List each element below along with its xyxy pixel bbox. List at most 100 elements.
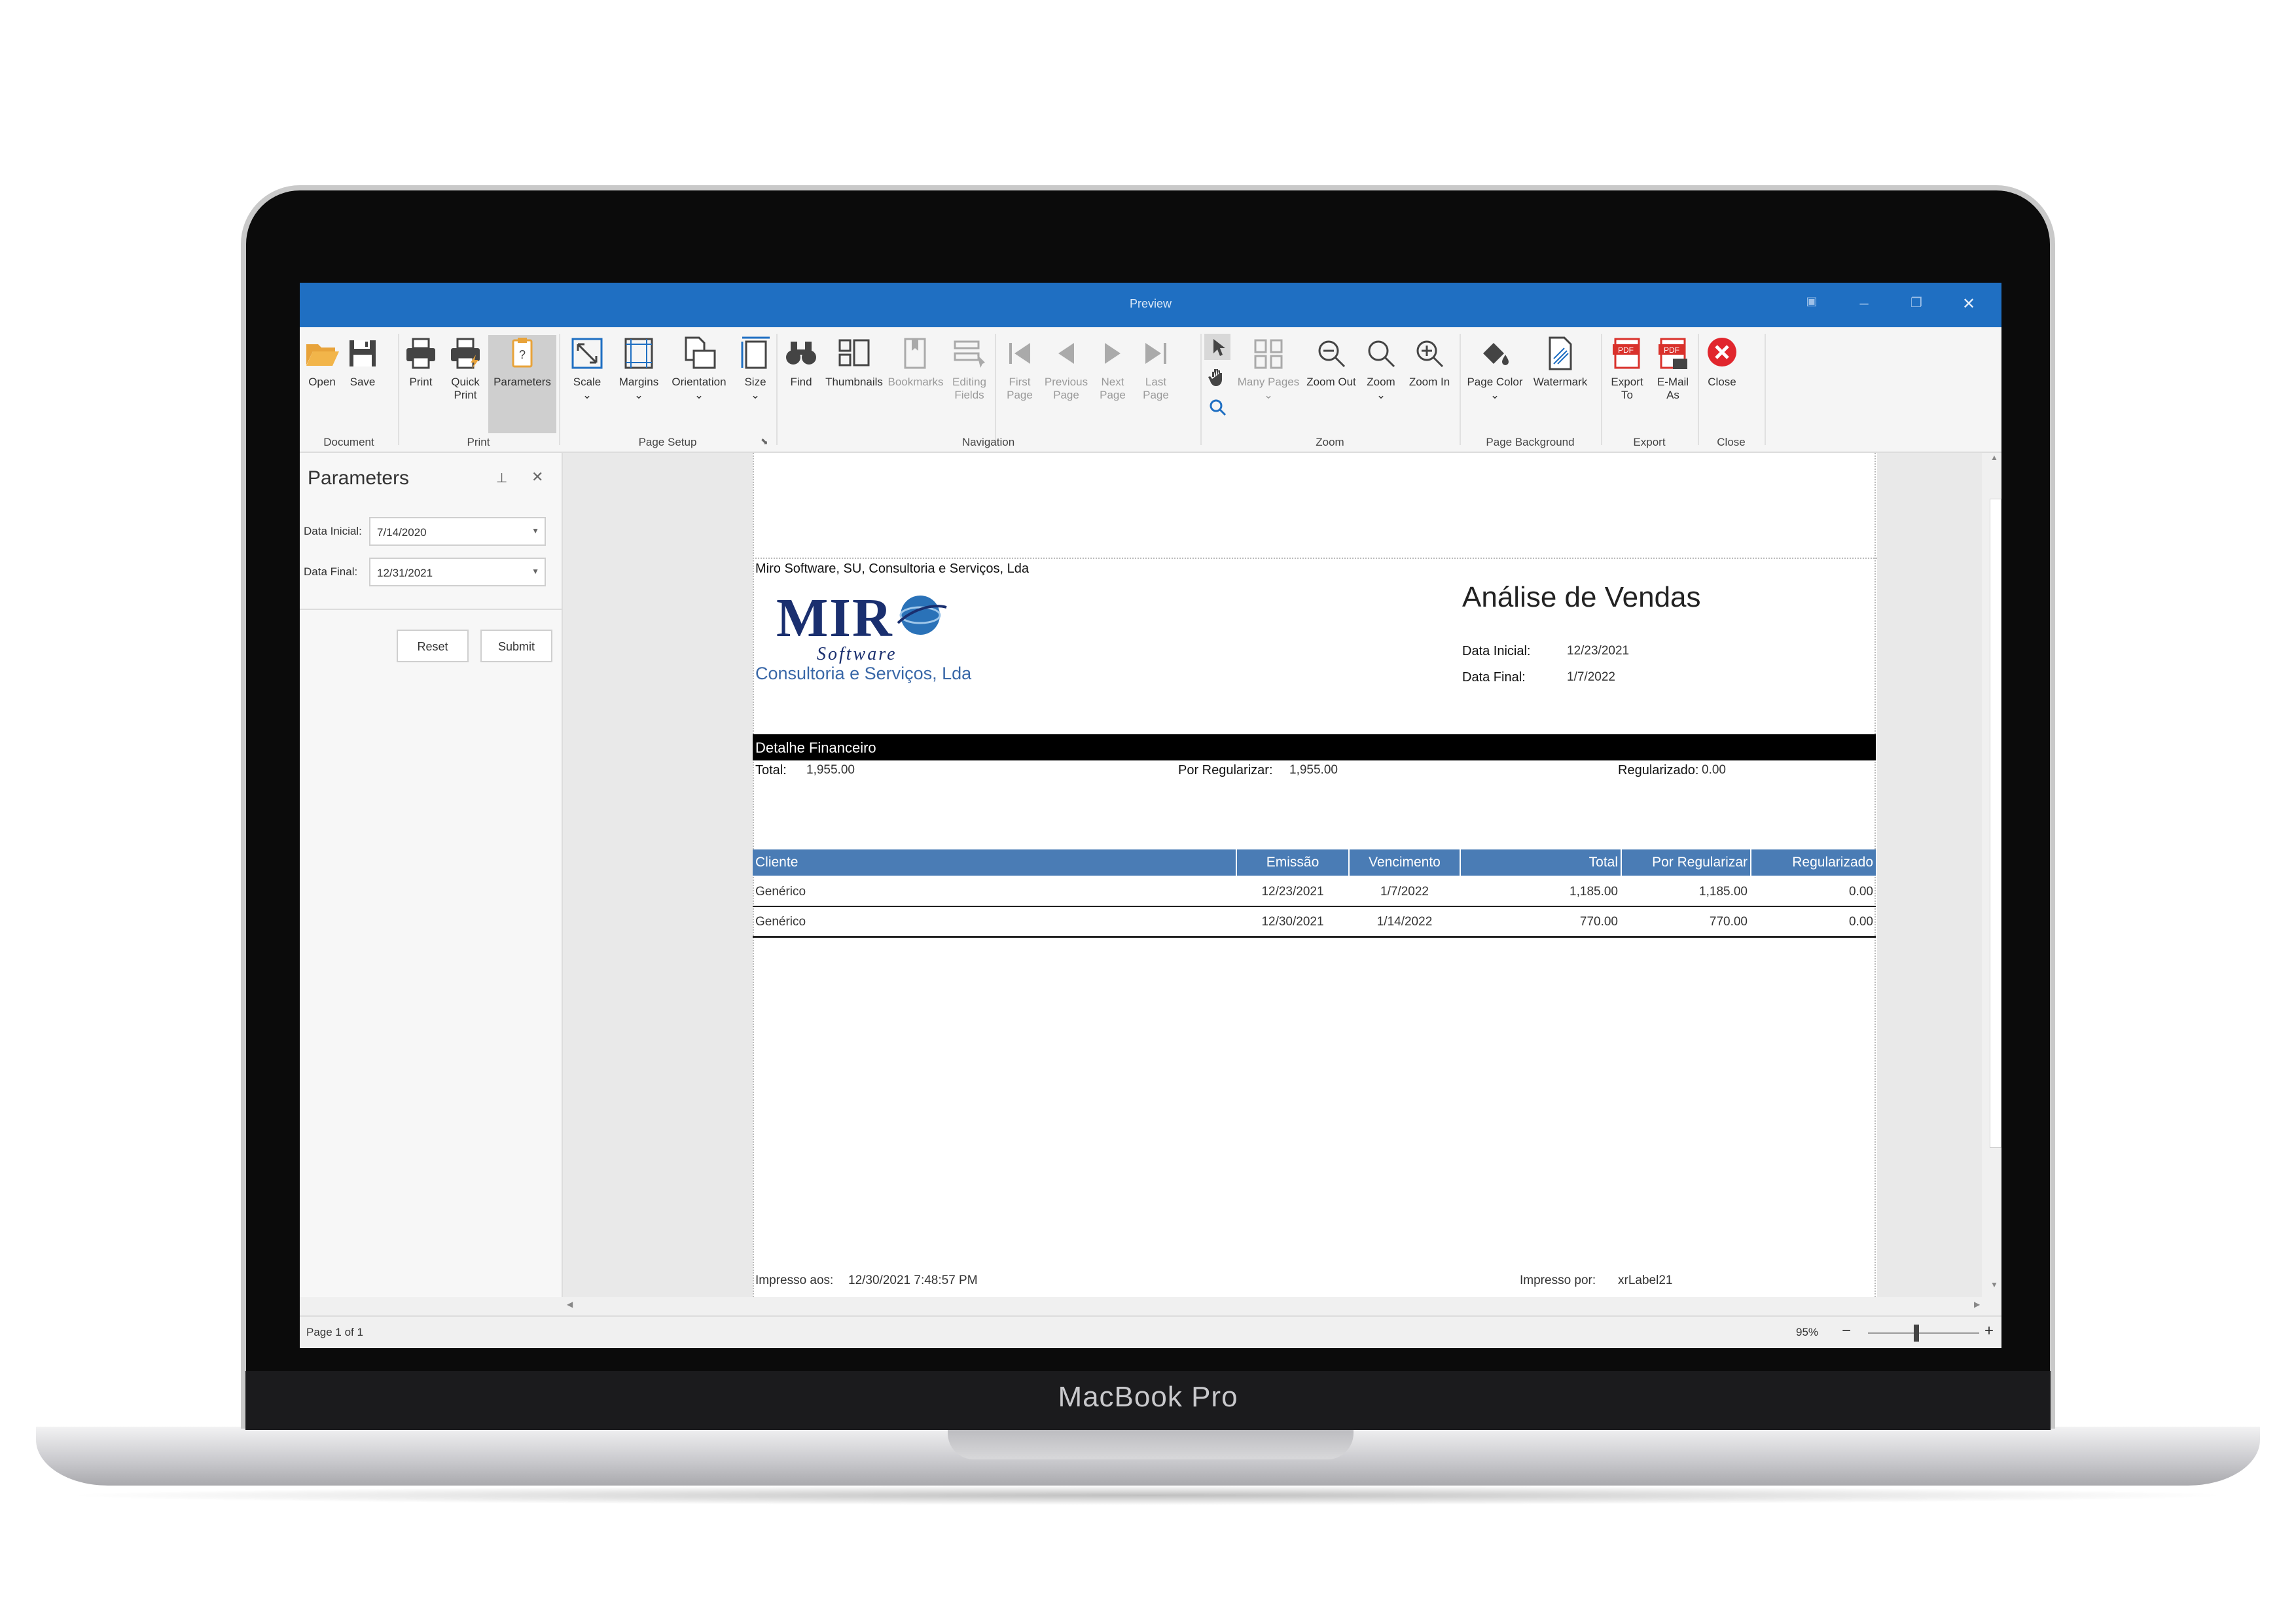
minimize-icon[interactable]: – bbox=[1851, 294, 1877, 315]
editing-fields-label-2: Fields bbox=[954, 389, 984, 401]
first-page-button[interactable]: First Page bbox=[999, 335, 1041, 433]
scroll-up-icon[interactable]: ▲ bbox=[1990, 453, 1998, 462]
title-bar: Preview ▣ – ❐ ✕ bbox=[300, 283, 2001, 327]
margins-button[interactable]: Margins ⌄ bbox=[613, 335, 665, 433]
zoom-minus-button[interactable]: − bbox=[1842, 1322, 1851, 1340]
cell-regularizado: 0.00 bbox=[1849, 885, 1873, 899]
app-window: Preview ▣ – ❐ ✕ Open Save Print Quick Pr… bbox=[300, 283, 2001, 1348]
company-logo: MIR Software Consultoria e Serviços, Lda bbox=[755, 586, 983, 685]
group-label-print: Print bbox=[467, 436, 490, 448]
first-page-label-1: First bbox=[1009, 376, 1031, 388]
many-pages-button[interactable]: Many Pages ⌄ bbox=[1236, 335, 1301, 433]
data-final-input[interactable]: 12/31/2021 ▼ bbox=[369, 558, 546, 586]
scrollbar-thumb[interactable] bbox=[1990, 499, 2001, 1148]
parameters-button[interactable]: ? Parameters bbox=[488, 335, 556, 433]
total-label: Total: bbox=[755, 763, 787, 777]
section-title: Detalhe Financeiro bbox=[755, 740, 876, 756]
header-data-inicial-value: 12/23/2021 bbox=[1567, 644, 1630, 658]
size-label: Size bbox=[744, 376, 766, 388]
printed-at-value: 12/30/2021 7:48:57 PM bbox=[848, 1274, 978, 1287]
scroll-left-icon[interactable]: ◀ bbox=[567, 1300, 573, 1309]
next-page-icon bbox=[1094, 335, 1131, 372]
zoom-button[interactable]: Zoom ⌄ bbox=[1360, 335, 1402, 433]
hand-tool[interactable] bbox=[1204, 364, 1230, 390]
page-size-icon bbox=[737, 335, 774, 372]
quick-print-button[interactable]: Quick Print bbox=[444, 335, 487, 433]
thumbnails-button[interactable]: Thumbnails bbox=[823, 335, 885, 433]
zoom-slider-track[interactable] bbox=[1868, 1332, 1979, 1334]
save-icon bbox=[344, 335, 381, 372]
last-page-button[interactable]: Last Page bbox=[1135, 335, 1177, 433]
email-as-label-2: As bbox=[1666, 389, 1679, 401]
cell-vencimento: 1/14/2022 bbox=[1376, 915, 1433, 929]
save-button[interactable]: Save bbox=[343, 335, 382, 433]
globe-icon bbox=[897, 596, 947, 635]
first-page-icon bbox=[1001, 335, 1038, 372]
editing-fields-icon bbox=[951, 335, 988, 372]
ribbon-display-icon[interactable]: ▣ bbox=[1799, 294, 1825, 315]
size-button[interactable]: Size ⌄ bbox=[734, 335, 776, 433]
zoom-out-button[interactable]: Zoom Out bbox=[1304, 335, 1359, 433]
vertical-scrollbar[interactable]: ▲ ▼ bbox=[1988, 453, 2001, 1297]
cell-cliente: Genérico bbox=[755, 885, 806, 899]
zoom-in-button[interactable]: Zoom In bbox=[1403, 335, 1456, 433]
header-data-final-label: Data Final: bbox=[1462, 670, 1526, 685]
scroll-right-icon[interactable]: ▶ bbox=[1974, 1300, 1980, 1309]
pointer-tool[interactable] bbox=[1204, 334, 1230, 360]
page-color-button[interactable]: Page Color ⌄ bbox=[1463, 335, 1526, 433]
email-as-button[interactable]: PDF E-Mail As bbox=[1651, 335, 1695, 433]
ribbon: Open Save Print Quick Print ? Parameters… bbox=[300, 327, 2001, 453]
pdf-export-icon: PDF bbox=[1609, 335, 1645, 372]
editing-fields-button[interactable]: Editing Fields bbox=[946, 335, 992, 433]
data-inicial-input[interactable]: 7/14/2020 ▼ bbox=[369, 517, 546, 546]
report-page: Miro Software, SU, Consultoria e Serviço… bbox=[753, 453, 1877, 1297]
ribbon-separator bbox=[1698, 334, 1699, 445]
open-button[interactable]: Open bbox=[302, 335, 342, 433]
scroll-down-icon[interactable]: ▼ bbox=[1990, 1280, 1998, 1289]
logo-software-text: Software bbox=[817, 644, 897, 664]
status-bar: Page 1 of 1 95% − + bbox=[300, 1315, 2001, 1348]
watermark-button[interactable]: Watermark bbox=[1528, 335, 1593, 433]
parameters-panel: Parameters ⊥ ✕ Data Inicial: 7/14/2020 ▼… bbox=[300, 453, 563, 1297]
quick-print-label-1: Quick bbox=[451, 376, 480, 388]
data-inicial-label: Data Inicial: bbox=[304, 525, 362, 537]
dropdown-arrow-icon[interactable]: ▼ bbox=[531, 567, 539, 576]
zoom-slider-thumb[interactable] bbox=[1914, 1325, 1919, 1342]
scale-button[interactable]: Scale ⌄ bbox=[564, 335, 610, 433]
chevron-down-icon: ⌄ bbox=[1263, 389, 1274, 401]
submit-button[interactable]: Submit bbox=[480, 630, 552, 662]
print-button[interactable]: Print bbox=[399, 335, 442, 433]
horizontal-scrollbar[interactable]: ◀ ▶ bbox=[563, 1297, 1988, 1314]
close-window-icon[interactable]: ✕ bbox=[1956, 294, 1982, 315]
col-header-cliente: Cliente bbox=[753, 849, 1236, 876]
last-page-icon bbox=[1138, 335, 1174, 372]
find-button[interactable]: Find bbox=[780, 335, 822, 433]
ribbon-separator bbox=[995, 334, 996, 445]
close-preview-button[interactable]: Close bbox=[1702, 335, 1742, 433]
reset-button[interactable]: Reset bbox=[397, 630, 469, 662]
restore-icon[interactable]: ❐ bbox=[1903, 294, 1929, 315]
group-label-page-background: Page Background bbox=[1486, 436, 1575, 448]
cell-total: 1,185.00 bbox=[1570, 885, 1618, 899]
zoom-plus-button[interactable]: + bbox=[1984, 1322, 1994, 1340]
col-header-por-regularizar: Por Regularizar bbox=[1622, 849, 1750, 876]
pin-icon[interactable]: ⊥ bbox=[496, 470, 507, 486]
editing-fields-label-1: Editing bbox=[952, 376, 986, 388]
dropdown-arrow-icon[interactable]: ▼ bbox=[531, 526, 539, 535]
quick-print-icon bbox=[447, 335, 484, 372]
last-page-label-1: Last bbox=[1145, 376, 1167, 388]
export-to-button[interactable]: PDF Export To bbox=[1605, 335, 1649, 433]
previous-page-button[interactable]: Previous Page bbox=[1042, 335, 1090, 433]
next-page-button[interactable]: Next Page bbox=[1092, 335, 1134, 433]
many-pages-icon bbox=[1250, 335, 1287, 372]
bookmarks-button[interactable]: Bookmarks bbox=[886, 335, 945, 433]
magnifier-tool[interactable] bbox=[1204, 394, 1230, 420]
por-regularizar-label: Por Regularizar: bbox=[1178, 763, 1273, 777]
zoom-out-label: Zoom Out bbox=[1306, 376, 1356, 388]
data-inicial-value: 7/14/2020 bbox=[377, 526, 427, 539]
company-name: Miro Software, SU, Consultoria e Serviço… bbox=[755, 562, 1029, 576]
close-panel-icon[interactable]: ✕ bbox=[531, 469, 543, 486]
orientation-button[interactable]: Orientation ⌄ bbox=[666, 335, 732, 433]
header-data-final-value: 1/7/2022 bbox=[1567, 670, 1615, 684]
ribbon-separator bbox=[1460, 334, 1461, 445]
